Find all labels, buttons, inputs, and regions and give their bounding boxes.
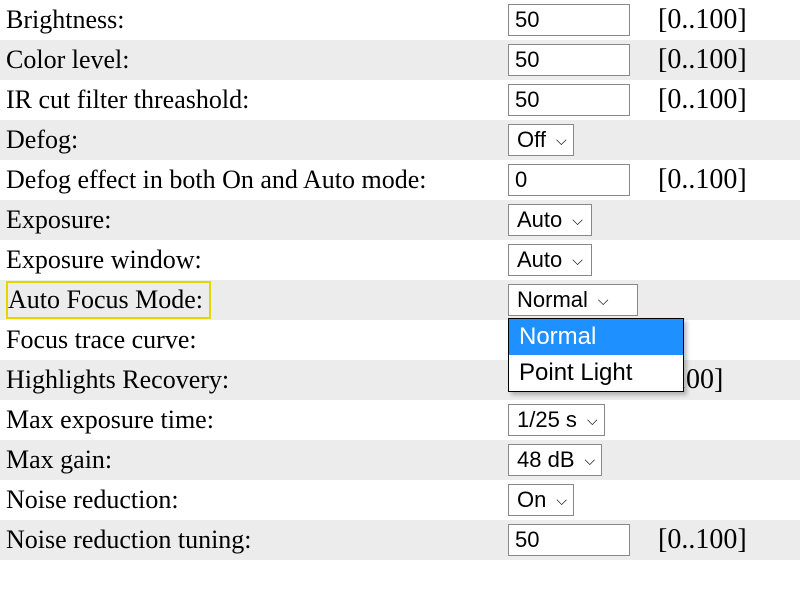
label-ir-cut: IR cut filter threashold: [6,85,508,115]
row-max-gain: Max gain: 48 dB ⌵ [0,440,800,480]
chevron-down-icon: ⌵ [587,413,598,427]
label-brightness: Brightness: [6,5,508,35]
control-noise-reduction: On ⌵ [508,484,650,516]
label-af-mode: Auto Focus Mode: [6,281,211,319]
max-gain-select[interactable]: 48 dB ⌵ [508,444,602,476]
range-noise-tuning: [0..100] [650,524,800,556]
range-defog-effect: [0..100] [650,164,800,196]
label-defog-effect: Defog effect in both On and Auto mode: [6,165,508,195]
max-gain-select-value: 48 dB [517,447,575,473]
chevron-down-icon: ⌵ [556,133,567,147]
range-brightness: [0..100] [650,4,800,36]
af-mode-dropdown: Normal Point Light [508,318,684,392]
control-af-mode: Normal ⌵ Normal Point Light [508,284,650,316]
camera-settings-form: Brightness: [0..100] Color level: [0..10… [0,0,800,560]
control-ir-cut [508,84,650,116]
exposure-window-select-value: Auto [517,247,562,273]
row-color-level: Color level: [0..100] [0,40,800,80]
row-noise-tuning: Noise reduction tuning: [0..100] [0,520,800,560]
label-defog: Defog: [6,125,508,155]
label-focus-trace: Focus trace curve: [6,325,508,355]
range-color-level: [0..100] [650,44,800,76]
noise-reduction-select-value: On [517,487,546,513]
defog-effect-input[interactable] [508,164,630,196]
control-color-level [508,44,650,76]
exposure-select-value: Auto [517,207,562,233]
row-max-exposure: Max exposure time: 1/25 s ⌵ [0,400,800,440]
chevron-down-icon: ⌵ [572,213,583,227]
chevron-down-icon: ⌵ [556,493,567,507]
label-color-level: Color level: [6,45,508,75]
label-max-gain: Max gain: [6,445,508,475]
af-mode-select-value: Normal [517,287,588,313]
defog-select-value: Off [517,127,546,153]
row-defog: Defog: Off ⌵ [0,120,800,160]
max-exposure-select[interactable]: 1/25 s ⌵ [508,404,605,436]
control-max-gain: 48 dB ⌵ [508,444,650,476]
chevron-down-icon: ⌵ [598,293,609,307]
range-ir-cut: [0..100] [650,84,800,116]
label-highlights: Highlights Recovery: [6,365,508,395]
af-mode-select[interactable]: Normal ⌵ [508,284,638,316]
label-max-exposure: Max exposure time: [6,405,508,435]
control-max-exposure: 1/25 s ⌵ [508,404,650,436]
control-noise-tuning [508,524,650,556]
control-defog-effect [508,164,650,196]
control-brightness [508,4,650,36]
exposure-window-select[interactable]: Auto ⌵ [508,244,592,276]
row-brightness: Brightness: [0..100] [0,0,800,40]
label-noise-reduction: Noise reduction: [6,485,508,515]
control-exposure-window: Auto ⌵ [508,244,650,276]
noise-tuning-input[interactable] [508,524,630,556]
af-mode-option-point-light[interactable]: Point Light [509,355,683,391]
control-defog: Off ⌵ [508,124,650,156]
exposure-select[interactable]: Auto ⌵ [508,204,592,236]
af-mode-option-normal[interactable]: Normal [509,319,683,355]
row-exposure: Exposure: Auto ⌵ [0,200,800,240]
defog-select[interactable]: Off ⌵ [508,124,574,156]
control-exposure: Auto ⌵ [508,204,650,236]
noise-reduction-select[interactable]: On ⌵ [508,484,574,516]
row-exposure-window: Exposure window: Auto ⌵ [0,240,800,280]
label-exposure: Exposure: [6,205,508,235]
color-level-input[interactable] [508,44,630,76]
chevron-down-icon: ⌵ [572,253,583,267]
row-af-mode: Auto Focus Mode: Normal ⌵ Normal Point L… [0,280,800,320]
chevron-down-icon: ⌵ [585,453,596,467]
row-noise-reduction: Noise reduction: On ⌵ [0,480,800,520]
row-ir-cut: IR cut filter threashold: [0..100] [0,80,800,120]
label-af-mode-wrap: Auto Focus Mode: [6,281,508,319]
max-exposure-select-value: 1/25 s [517,407,577,433]
ir-cut-input[interactable] [508,84,630,116]
row-defog-effect: Defog effect in both On and Auto mode: [… [0,160,800,200]
label-noise-tuning: Noise reduction tuning: [6,525,508,555]
brightness-input[interactable] [508,4,630,36]
label-exposure-window: Exposure window: [6,245,508,275]
